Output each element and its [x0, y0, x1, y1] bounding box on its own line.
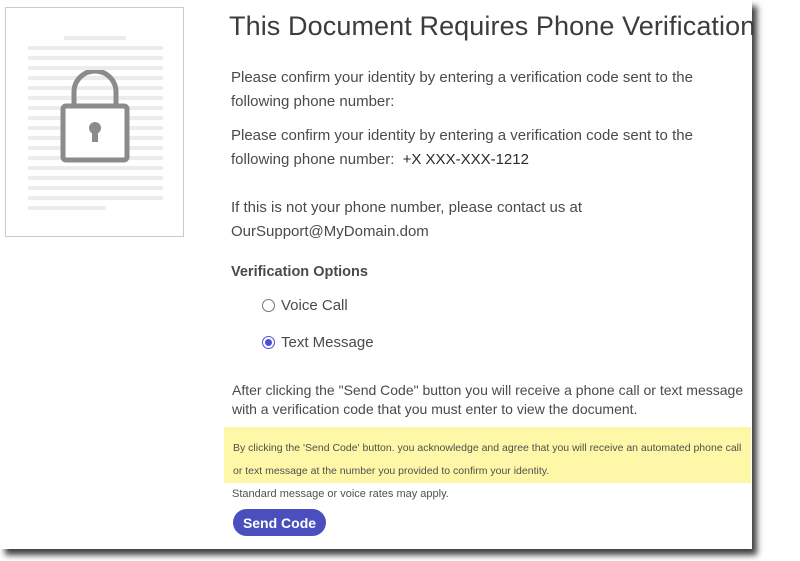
confirm-text: Please confirm your identity by entering…	[231, 124, 743, 172]
phone-number: +X XXX-XXX-1212	[402, 151, 529, 168]
padlock-icon	[60, 70, 130, 163]
voice-call-option[interactable]: Voice Call	[262, 297, 348, 314]
verification-card: This Document Requires Phone Verificatio…	[0, 0, 756, 549]
intro-text: Please confirm your identity by entering…	[231, 69, 693, 110]
consent-notice-text: By clicking the 'Send Code' button. you …	[233, 442, 742, 477]
consent-notice: By clicking the 'Send Code' button. you …	[224, 427, 751, 483]
page-title: This Document Requires Phone Verificatio…	[229, 11, 756, 41]
text-message-label: Text Message	[281, 334, 374, 351]
rates-disclaimer: Standard message or voice rates may appl…	[232, 488, 449, 500]
verification-options-label: Verification Options	[231, 264, 368, 280]
voice-call-radio[interactable]	[262, 299, 275, 312]
send-code-button[interactable]: Send Code	[233, 509, 326, 536]
document-thumbnail-icon	[5, 7, 184, 237]
contact-text: If this is not your phone number, please…	[231, 199, 583, 240]
send-code-instructions: After clicking the "Send Code" button yo…	[232, 382, 744, 417]
text-message-option[interactable]: Text Message	[262, 334, 374, 351]
text-message-radio[interactable]	[262, 336, 275, 349]
voice-call-label: Voice Call	[281, 297, 348, 314]
